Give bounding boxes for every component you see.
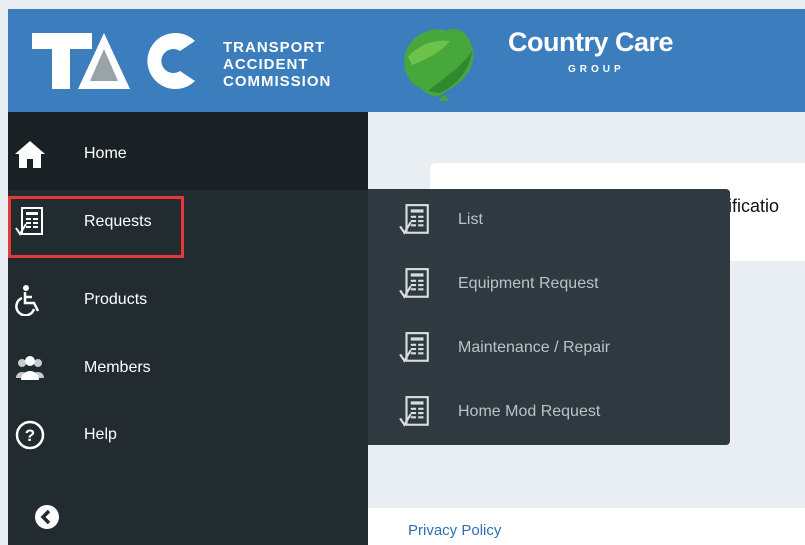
privacy-policy-link[interactable]: Privacy Policy bbox=[408, 522, 501, 539]
sidebar-item-products[interactable]: Products bbox=[8, 270, 368, 330]
chevron-left-circle-icon[interactable] bbox=[32, 502, 62, 532]
card-title-partial: tificatio bbox=[723, 196, 780, 216]
sidebar-item-label: Products bbox=[84, 291, 148, 308]
submenu-item-label: List bbox=[458, 211, 483, 228]
sidebar-item-label: Home bbox=[84, 145, 127, 162]
footer-strip: Privacy Policy bbox=[368, 508, 805, 545]
submenu-item-list[interactable]: List bbox=[368, 189, 730, 253]
svg-text:?: ? bbox=[25, 426, 35, 445]
sidebar-item-help[interactable]: ? Help bbox=[8, 405, 368, 465]
document-check-icon bbox=[399, 396, 429, 427]
sidebar-item-members[interactable]: Members bbox=[8, 338, 368, 398]
requests-submenu: List Equipment Request Maintenance / Rep… bbox=[368, 189, 730, 445]
sidebar-item-label: Members bbox=[84, 359, 151, 376]
tac-subtitle: TRANSPORT ACCIDENT COMMISSION bbox=[223, 39, 332, 90]
submenu-item-maintenance-repair[interactable]: Maintenance / Repair bbox=[368, 317, 730, 381]
sidebar-item-label: Help bbox=[84, 426, 117, 443]
brand-subtitle: GROUP bbox=[568, 64, 625, 75]
submenu-item-label: Maintenance / Repair bbox=[458, 339, 611, 356]
submenu-item-label: Home Mod Request bbox=[458, 403, 601, 420]
document-check-icon bbox=[399, 332, 429, 363]
app-header: TRANSPORT ACCIDENT COMMISSION Country Ca… bbox=[8, 9, 805, 112]
document-check-icon bbox=[399, 268, 429, 299]
tac-logo bbox=[32, 33, 195, 89]
sidebar-item-home[interactable]: Home bbox=[8, 124, 368, 184]
submenu-item-equipment-request[interactable]: Equipment Request bbox=[368, 253, 730, 317]
sidebar: Home Requests Products Members ? Help bbox=[8, 112, 368, 545]
submenu-item-label: Equipment Request bbox=[458, 275, 599, 292]
submenu-item-home-mod-request[interactable]: Home Mod Request bbox=[368, 381, 730, 445]
wheelchair-icon bbox=[15, 285, 40, 316]
australia-map-logo bbox=[404, 28, 474, 101]
home-icon bbox=[15, 141, 45, 168]
question-circle-icon: ? bbox=[15, 420, 45, 450]
users-icon bbox=[16, 356, 44, 380]
brand-title: Country Care bbox=[508, 27, 674, 57]
document-check-icon bbox=[399, 204, 429, 235]
requests-highlight-box bbox=[8, 196, 184, 258]
